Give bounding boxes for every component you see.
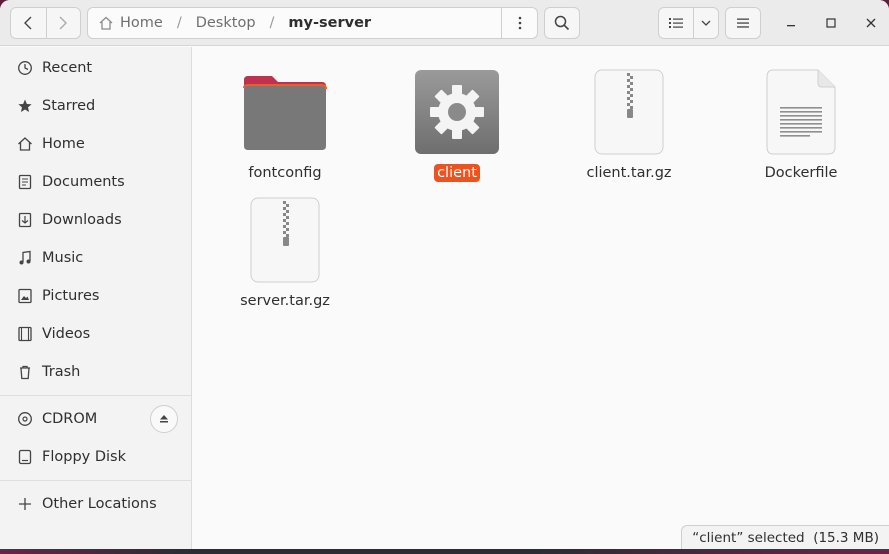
desktop-background bbox=[0, 549, 889, 554]
sidebar-divider bbox=[0, 480, 192, 481]
minimize-button[interactable] bbox=[782, 14, 800, 32]
file-item[interactable]: client.tar.gz bbox=[564, 64, 694, 182]
sidebar-item-trash[interactable]: Trash bbox=[0, 354, 192, 390]
hamburger-menu-icon bbox=[737, 18, 749, 28]
path-separator: / bbox=[176, 15, 182, 31]
sidebar-divider bbox=[0, 395, 192, 396]
sidebar-item-label: Recent bbox=[42, 60, 93, 76]
sidebar-item-cdrom[interactable]: CDROM bbox=[0, 401, 192, 437]
close-icon bbox=[866, 18, 876, 28]
file-view: fontconfig client client.tar.gz Dockerfi… bbox=[193, 47, 889, 549]
archive-icon bbox=[237, 192, 333, 288]
chevron-left-icon bbox=[24, 16, 32, 30]
sidebar-item-documents[interactable]: Documents bbox=[0, 164, 192, 200]
main-menu-button[interactable] bbox=[725, 7, 761, 39]
path-crumb-home[interactable]: Home bbox=[120, 15, 163, 31]
minimize-icon bbox=[787, 25, 795, 27]
sidebar-item-recent[interactable]: Recent bbox=[0, 50, 192, 86]
file-manager-window: Home / Desktop / my-server Recent Starre… bbox=[0, 0, 889, 549]
plus-icon bbox=[17, 496, 33, 512]
file-name: server.tar.gz bbox=[240, 293, 330, 309]
file-item[interactable]: Dockerfile bbox=[736, 64, 866, 182]
disc-icon bbox=[17, 411, 33, 427]
close-button[interactable] bbox=[862, 14, 880, 32]
eject-icon bbox=[160, 415, 168, 423]
status-bar: “client” selected (15.3 MB) bbox=[681, 525, 889, 549]
home-icon bbox=[17, 136, 33, 152]
path-crumb-desktop[interactable]: Desktop bbox=[196, 15, 256, 31]
document-icon bbox=[17, 174, 33, 190]
sidebar-item-label: Pictures bbox=[42, 288, 100, 304]
forward-button[interactable] bbox=[45, 8, 81, 38]
chevron-right-icon bbox=[59, 16, 68, 30]
archive-icon bbox=[581, 64, 677, 160]
folder-icon bbox=[237, 64, 333, 160]
clock-icon bbox=[17, 60, 33, 76]
sidebar-item-label: Downloads bbox=[42, 212, 122, 228]
sidebar-item-other-locations[interactable]: Other Locations bbox=[0, 486, 192, 522]
sidebar-item-label: Home bbox=[42, 136, 85, 152]
sidebar-item-label: Other Locations bbox=[42, 496, 157, 512]
sidebar-item-pictures[interactable]: Pictures bbox=[0, 278, 192, 314]
file-name: client bbox=[434, 164, 480, 182]
sidebar-item-label: Trash bbox=[42, 364, 81, 380]
sidebar-item-starred[interactable]: Starred bbox=[0, 88, 192, 124]
text-file-icon bbox=[753, 64, 849, 160]
trash-icon bbox=[17, 364, 33, 380]
music-icon bbox=[17, 250, 33, 266]
back-button[interactable] bbox=[11, 8, 46, 38]
picture-icon bbox=[17, 288, 33, 304]
eject-button[interactable] bbox=[150, 405, 178, 433]
search-icon bbox=[554, 15, 570, 31]
home-icon bbox=[99, 16, 113, 30]
file-name: fontconfig bbox=[248, 165, 322, 181]
path-separator: / bbox=[269, 15, 275, 31]
file-item[interactable]: server.tar.gz bbox=[220, 192, 350, 310]
file-name: client.tar.gz bbox=[586, 165, 672, 181]
search-button[interactable] bbox=[544, 7, 580, 39]
sidebar-item-label: Documents bbox=[42, 174, 125, 190]
gear-icon bbox=[409, 64, 505, 160]
sidebar-item-label: Starred bbox=[42, 98, 96, 114]
sidebar-item-label: Music bbox=[42, 250, 84, 266]
path-crumb-current[interactable]: my-server bbox=[288, 15, 371, 31]
sidebar-item-label: Videos bbox=[42, 326, 91, 342]
sidebar-item-videos[interactable]: Videos bbox=[0, 316, 192, 352]
vertical-dots-icon bbox=[518, 16, 521, 30]
folder-menu-button[interactable] bbox=[501, 8, 537, 38]
list-view-button[interactable] bbox=[659, 8, 695, 38]
download-icon bbox=[17, 212, 33, 228]
star-icon bbox=[17, 98, 33, 114]
drive-icon bbox=[17, 449, 33, 465]
list-view-icon bbox=[669, 18, 684, 28]
sidebar-item-home[interactable]: Home bbox=[0, 126, 192, 162]
chevron-down-icon bbox=[701, 20, 711, 26]
view-options-group bbox=[658, 7, 719, 39]
file-item-selected[interactable]: client bbox=[392, 64, 522, 182]
maximize-icon bbox=[826, 18, 836, 28]
view-dropdown-button[interactable] bbox=[694, 8, 718, 38]
file-name: Dockerfile bbox=[764, 165, 838, 181]
sidebar-item-music[interactable]: Music bbox=[0, 240, 192, 276]
video-icon bbox=[17, 326, 33, 342]
header-bar: Home / Desktop / my-server bbox=[0, 0, 889, 46]
sidebar-item-floppy-disk[interactable]: Floppy Disk bbox=[0, 439, 192, 475]
maximize-button[interactable] bbox=[822, 14, 840, 32]
sidebar: Recent Starred Home Documents Downloads … bbox=[0, 47, 192, 549]
selection-status: “client” selected (15.3 MB) bbox=[692, 529, 879, 546]
sidebar-item-label: CDROM bbox=[42, 411, 98, 427]
file-item[interactable]: fontconfig bbox=[220, 64, 350, 182]
path-bar: Home / Desktop / my-server bbox=[87, 7, 538, 39]
sidebar-item-label: Floppy Disk bbox=[42, 449, 126, 465]
sidebar-item-downloads[interactable]: Downloads bbox=[0, 202, 192, 238]
navigation-buttons bbox=[10, 7, 81, 39]
